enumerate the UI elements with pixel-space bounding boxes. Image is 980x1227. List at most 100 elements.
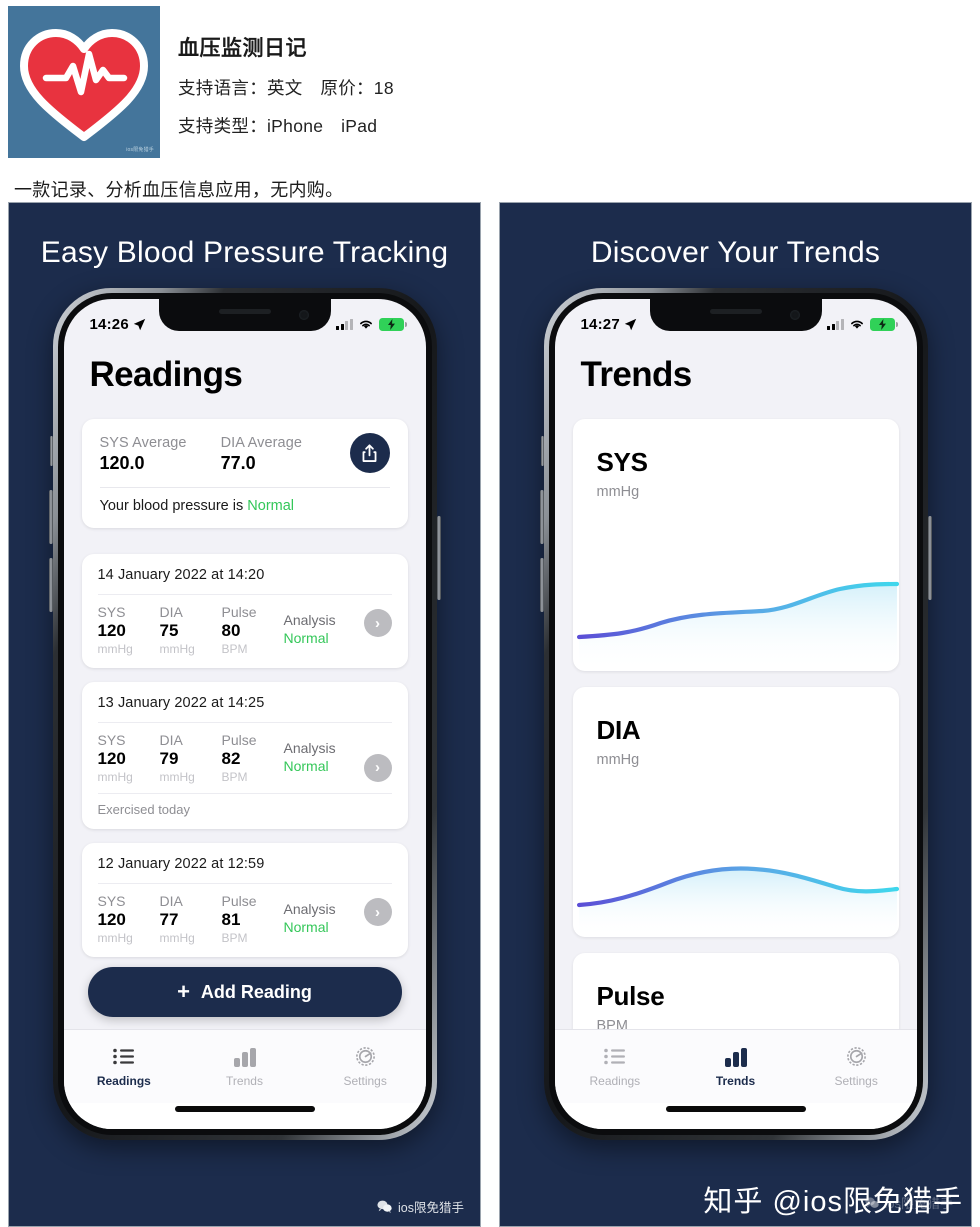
reading-sys: SYS 120 mmHg <box>98 732 160 784</box>
table-row[interactable]: 12 January 2022 at 12:59 SYS 120 mmHg DI… <box>81 843 408 957</box>
tab-readings[interactable]: Readings <box>555 1046 676 1088</box>
tab-settings[interactable]: Settings <box>305 1046 426 1088</box>
chevron-right-icon[interactable]: › <box>363 898 392 926</box>
heart-ecg-icon <box>20 29 148 141</box>
bar-chart-icon <box>724 1046 748 1068</box>
dia-average-group: DIA Average 77.0 <box>221 435 302 474</box>
reading-sys-value: 120 <box>97 621 126 640</box>
silent-switch[interactable] <box>540 436 544 466</box>
trends-scroll[interactable]: SYS mmHg DIA mmHg Pulse BPM <box>555 395 917 1029</box>
phone-right: 14:27 Trends SYS mmHg DIA mmHg Pulse BPM… <box>539 288 932 1140</box>
trend-unit-sys: mmHg <box>596 484 640 500</box>
wechat-icon <box>865 1197 880 1208</box>
status-bar-right: 14:27 <box>555 299 917 339</box>
reading-pulse-label: Pulse <box>221 732 257 748</box>
icon-watermark: ios限免猎手 <box>126 147 154 153</box>
trend-card-dia[interactable]: DIA mmHg <box>572 687 899 937</box>
reading-pulse: Pulse 82 BPM <box>222 732 284 784</box>
panel-readings: Easy Blood Pressure Tracking 14:26 Readi… <box>8 202 481 1227</box>
screen-readings: 14:26 Readings SYS Average 120.0 DIA Ave… <box>63 299 426 1129</box>
plus-icon: + <box>177 979 190 1004</box>
location-arrow-icon <box>133 318 146 330</box>
reading-sys-unit: mmHg <box>97 931 133 945</box>
reading-pulse: Pulse 80 BPM <box>222 604 284 656</box>
reading-pulse-unit: BPM <box>221 642 248 656</box>
tab-trends-label: Trends <box>226 1073 263 1088</box>
reading-analysis: Analysis Normal <box>284 604 336 646</box>
tab-settings-label: Settings <box>834 1073 878 1088</box>
tab-trends[interactable]: Trends <box>675 1046 796 1088</box>
reading-date: 13 January 2022 at 14:25 <box>97 695 265 711</box>
gear-icon <box>354 1046 377 1068</box>
summary-divider <box>99 487 390 488</box>
sys-line-chart <box>573 551 899 671</box>
reading-dia-value: 75 <box>159 621 179 640</box>
readings-scroll[interactable]: SYS Average 120.0 DIA Average 77.0 Your … <box>64 395 426 1029</box>
sys-average-group: SYS Average 120.0 <box>100 435 187 474</box>
add-reading-button[interactable]: + Add Reading <box>87 967 402 1017</box>
table-row[interactable]: 14 January 2022 at 14:20 SYS 120 mmHg DI… <box>81 554 408 668</box>
app-description: 一款记录、分析血压信息应用，无内购。 <box>14 180 344 200</box>
reading-analysis-label: Analysis <box>283 740 336 756</box>
app-meta: 血压监测日记 支持语言：英文 原价：18 支持类型：iPhone iPad <box>160 6 394 170</box>
home-indicator[interactable] <box>665 1106 806 1112</box>
reading-sys-label: SYS <box>97 893 126 909</box>
tab-trends[interactable]: Trends <box>184 1046 305 1088</box>
volume-down-button[interactable] <box>48 558 53 612</box>
app-language-line: 支持语言：英文 原价：18 <box>178 78 394 98</box>
status-bar-left: 14:26 <box>64 299 426 339</box>
reading-sys-unit: mmHg <box>97 642 133 656</box>
reading-note-divider <box>97 793 392 794</box>
silent-switch[interactable] <box>49 436 53 466</box>
reading-dia-unit: mmHg <box>159 770 195 784</box>
signal-icon <box>827 318 844 330</box>
reading-pulse-value: 80 <box>221 621 241 640</box>
reading-sys-label: SYS <box>97 732 126 748</box>
watermark-small-left-text: ios限免猎手 <box>398 1201 464 1215</box>
reading-dia: DIA 79 mmHg <box>160 732 222 784</box>
reading-pulse-value: 82 <box>221 749 241 768</box>
share-button[interactable] <box>349 433 390 473</box>
reading-divider <box>97 883 392 884</box>
app-title: 血压监测日记 <box>178 37 307 60</box>
chevron-right-icon[interactable]: › <box>363 753 392 782</box>
tab-bar-left: Readings Trends Settings <box>63 1029 426 1103</box>
reading-sys-label: SYS <box>97 604 126 620</box>
reading-dia: DIA 77 mmHg <box>160 893 222 945</box>
volume-up-button[interactable] <box>539 490 544 544</box>
wechat-icon <box>377 1200 392 1213</box>
status-time-group: 14:26 <box>90 316 146 333</box>
tab-settings-label: Settings <box>343 1073 387 1088</box>
table-row[interactable]: 13 January 2022 at 14:25 SYS 120 mmHg DI… <box>81 682 408 829</box>
watermark-small-left: ios限免猎手 <box>377 1197 464 1216</box>
power-button[interactable] <box>436 516 441 600</box>
screenshot-panels: Easy Blood Pressure Tracking 14:26 Readi… <box>0 202 980 1227</box>
add-reading-label: Add Reading <box>200 981 312 1002</box>
battery-charging-icon <box>378 317 407 331</box>
volume-up-button[interactable] <box>48 490 53 544</box>
trend-card-pulse[interactable]: Pulse BPM <box>572 953 899 1029</box>
reading-dia-value: 79 <box>159 749 179 768</box>
dia-average-value: 77.0 <box>220 453 256 473</box>
share-icon <box>362 443 377 462</box>
home-indicator-area <box>554 1103 917 1129</box>
summary-card: SYS Average 120.0 DIA Average 77.0 Your … <box>81 419 408 528</box>
reading-dia-unit: mmHg <box>159 931 195 945</box>
volume-down-button[interactable] <box>539 558 544 612</box>
home-indicator-area <box>63 1103 426 1129</box>
tab-settings[interactable]: Settings <box>796 1046 917 1088</box>
reading-sys-value: 120 <box>97 910 126 929</box>
trend-card-sys[interactable]: SYS mmHg <box>572 419 899 671</box>
status-time: 14:27 <box>580 315 620 333</box>
trend-title-sys: SYS <box>596 447 648 477</box>
power-button[interactable] <box>927 516 932 600</box>
summary-status: Your blood pressure is Normal <box>100 498 390 514</box>
reading-sys-unit: mmHg <box>97 770 133 784</box>
page-title-readings: Readings <box>89 355 243 394</box>
tab-trends-label: Trends <box>715 1073 756 1088</box>
tab-readings[interactable]: Readings <box>64 1046 185 1088</box>
reading-analysis-value: Normal <box>283 919 329 935</box>
trend-unit-pulse: BPM <box>596 1018 628 1029</box>
home-indicator[interactable] <box>174 1106 315 1112</box>
chevron-right-icon[interactable]: › <box>363 609 392 637</box>
